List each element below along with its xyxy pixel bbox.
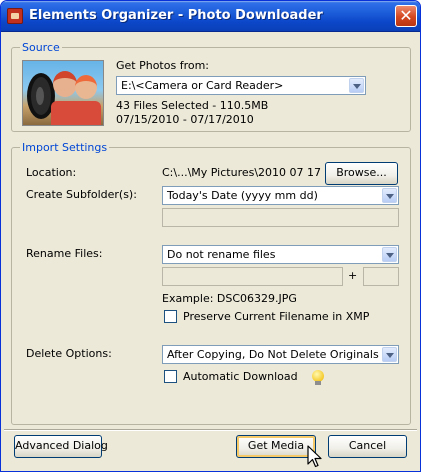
rename-number-field bbox=[363, 267, 399, 286]
thumbnail-shirt-shape bbox=[51, 101, 101, 125]
delete-options-select-value: After Copying, Do Not Delete Originals bbox=[167, 348, 379, 361]
cancel-button[interactable]: Cancel bbox=[328, 435, 407, 458]
device-select-value: E:\<Camera or Card Reader> bbox=[121, 79, 284, 92]
chevron-down-icon[interactable] bbox=[382, 347, 397, 362]
get-media-button[interactable]: Get Media bbox=[236, 435, 316, 458]
source-group: Source Get Photos from: E:\<Camera or Ca… bbox=[11, 41, 411, 132]
custom-subfolder-field bbox=[162, 208, 399, 227]
automatic-download-checkbox[interactable] bbox=[164, 370, 177, 383]
source-legend: Source bbox=[20, 41, 62, 54]
location-label: Location: bbox=[26, 166, 77, 179]
lightbulb-tip-icon[interactable] bbox=[312, 370, 324, 385]
dialog-body: Source Get Photos from: E:\<Camera or Ca… bbox=[4, 33, 417, 469]
get-photos-label: Get Photos from: bbox=[116, 59, 210, 72]
location-path: C:\...\My Pictures\2010 07 17 bbox=[162, 166, 322, 179]
thumbnail-child-shape bbox=[53, 71, 77, 97]
subfolder-select[interactable]: Today's Date (yyyy mm dd) bbox=[162, 186, 399, 205]
device-select[interactable]: E:\<Camera or Card Reader> bbox=[116, 76, 366, 95]
chevron-down-icon[interactable] bbox=[382, 188, 397, 203]
window-title: Elements Organizer - Photo Downloader bbox=[29, 8, 323, 23]
preserve-filename-label: Preserve Current Filename in XMP bbox=[183, 310, 370, 323]
rename-select[interactable]: Do not rename files bbox=[162, 245, 399, 264]
photo-downloader-window: Elements Organizer - Photo Downloader ✕ … bbox=[0, 0, 421, 472]
files-selected-text: 43 Files Selected - 110.5MB bbox=[116, 99, 269, 112]
rename-files-label: Rename Files: bbox=[26, 247, 103, 260]
delete-options-select[interactable]: After Copying, Do Not Delete Originals bbox=[162, 345, 399, 364]
import-settings-legend: Import Settings bbox=[20, 141, 110, 154]
chevron-down-icon[interactable] bbox=[382, 247, 397, 262]
automatic-download-label: Automatic Download bbox=[183, 370, 298, 383]
rename-prefix-field bbox=[162, 267, 343, 286]
close-button[interactable]: ✕ bbox=[395, 5, 417, 27]
browse-button[interactable]: Browse... bbox=[325, 162, 398, 185]
footer-separator bbox=[4, 429, 417, 431]
advanced-dialog-button[interactable]: Advanced Dialog bbox=[14, 435, 108, 458]
import-settings-group: Import Settings Location: C:\...\My Pict… bbox=[11, 141, 411, 425]
title-bar[interactable]: Elements Organizer - Photo Downloader ✕ bbox=[1, 1, 420, 32]
subfolder-select-value: Today's Date (yyyy mm dd) bbox=[167, 189, 318, 202]
preserve-filename-checkbox[interactable] bbox=[164, 310, 177, 323]
organizer-app-icon bbox=[7, 8, 23, 24]
source-photo-thumbnail bbox=[22, 60, 104, 126]
delete-options-label: Delete Options: bbox=[26, 347, 112, 360]
rename-select-value: Do not rename files bbox=[167, 248, 276, 261]
thumbnail-child-shape bbox=[75, 75, 97, 99]
plus-sign: + bbox=[348, 269, 358, 282]
date-range-text: 07/15/2010 - 07/17/2010 bbox=[116, 113, 254, 126]
create-subfolder-label: Create Subfolder(s): bbox=[26, 188, 137, 201]
mouse-pointer-icon bbox=[307, 445, 322, 468]
rename-example-text: Example: DSC06329.JPG bbox=[162, 292, 297, 305]
chevron-down-icon[interactable] bbox=[349, 78, 364, 93]
